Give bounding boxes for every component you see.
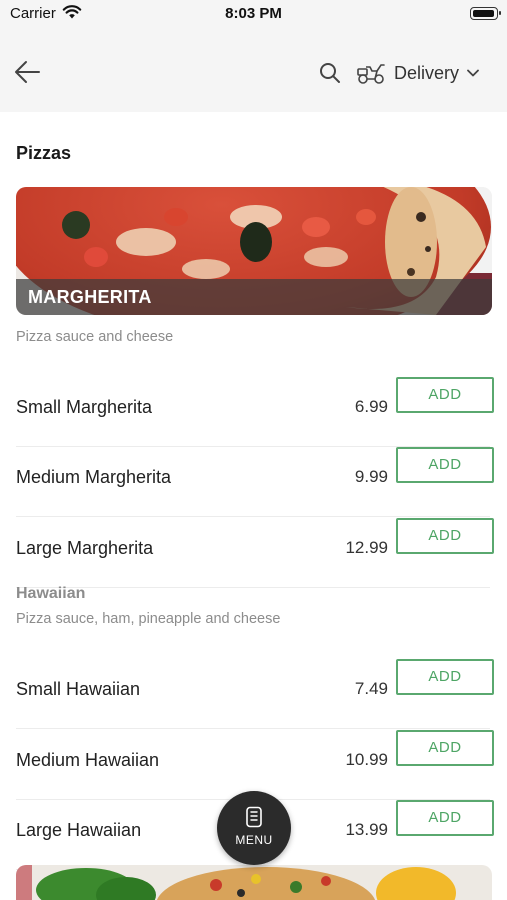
add-button[interactable]: ADD [396, 800, 494, 836]
add-button[interactable]: ADD [396, 447, 494, 483]
delivery-selector[interactable]: Delivery [356, 58, 479, 88]
item-price: 13.99 [345, 820, 388, 839]
item-price: 10.99 [345, 750, 388, 769]
search-button[interactable] [318, 61, 342, 85]
delivery-label: Delivery [394, 62, 460, 83]
menu-item-row: Medium Margherita 9.99 ADD [16, 447, 494, 517]
item-name: Small Hawaiian [16, 679, 141, 699]
item-name: Large Hawaiian [16, 820, 142, 840]
menu-fab-button[interactable]: MENU [217, 791, 291, 865]
menu-item-row: Large Margherita 12.99 ADD [16, 518, 494, 588]
search-icon [320, 63, 340, 83]
item-name: Medium Margherita [16, 467, 172, 487]
item-price: 9.99 [354, 467, 388, 486]
back-button[interactable] [12, 58, 44, 86]
menu-item-row: Small Hawaiian 7.49 ADD [16, 659, 494, 729]
add-button[interactable]: ADD [396, 518, 494, 554]
menu-card-icon [246, 806, 262, 828]
section-title: Pizzas [16, 143, 72, 163]
add-button[interactable]: ADD [396, 377, 494, 413]
scooter-icon [357, 64, 385, 84]
menu-item-row: Small Margherita 6.99 ADD [16, 377, 494, 447]
pizza-photo-2 [16, 865, 492, 900]
menu-item-row: Medium Hawaiian 10.99 ADD [16, 730, 494, 800]
nav-bar: Delivery [0, 30, 507, 112]
next-hero-image[interactable] [16, 865, 492, 900]
item-name: Large Margherita [16, 538, 154, 558]
margherita-description: Pizza sauce and cheese [16, 329, 174, 345]
item-price: 12.99 [345, 538, 388, 557]
status-bar: Carrier 8:03 PM [0, 0, 507, 30]
add-button[interactable]: ADD [396, 659, 494, 695]
chevron-down-icon [467, 69, 479, 77]
status-time: 8:03 PM [225, 5, 282, 22]
arrow-left-icon [15, 61, 40, 83]
add-button[interactable]: ADD [396, 730, 494, 766]
margherita-hero-image[interactable]: MARGHERITA [16, 187, 492, 315]
hero-label: MARGHERITA [28, 287, 152, 307]
menu-fab-label: MENU [235, 833, 273, 847]
hawaiian-description: Pizza sauce, ham, pineapple and cheese [16, 611, 281, 627]
battery-icon [470, 7, 501, 20]
item-name: Small Margherita [16, 397, 153, 417]
item-price: 6.99 [354, 397, 388, 416]
item-price: 7.49 [354, 679, 388, 698]
item-name: Medium Hawaiian [16, 750, 160, 770]
hawaiian-heading: Hawaiian [16, 585, 86, 602]
